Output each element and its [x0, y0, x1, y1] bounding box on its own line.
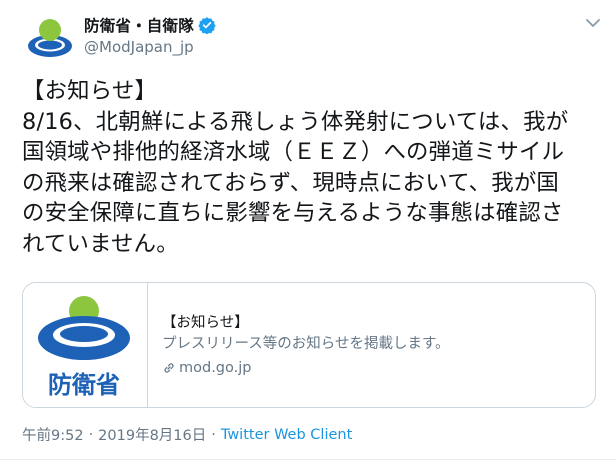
tweet-text-line: 国領域や排他的経済水域（ＥＥＺ）への弾道ミサイル: [22, 139, 565, 165]
mod-logo-icon[interactable]: [24, 12, 76, 64]
meta-separator: ·: [88, 426, 94, 443]
tweet-text: 【お知らせ】 8/16、北朝鮮による飛しょう体発射については、我が 国領域や排他…: [22, 76, 592, 259]
tweet-text-line: の安全保障に直ちに影響を与えるような事態は確認さ: [22, 200, 564, 226]
tweet-time[interactable]: 午前9:52: [22, 424, 84, 445]
tweet-source-link[interactable]: Twitter Web Client: [221, 427, 352, 443]
card-title: 【お知らせ】: [162, 315, 249, 331]
mod-card-logo-icon: 防衛省: [38, 296, 130, 399]
divider: [0, 459, 616, 460]
meta-separator: ·: [211, 426, 216, 443]
chevron-down-icon[interactable]: [582, 12, 604, 34]
tweet: 防衛省・自衛隊 @ModJapan_jp 【お知らせ】 8/16、北朝鮮による飛…: [0, 0, 616, 466]
card-domain-row: mod.go.jp: [162, 357, 450, 379]
tweet-text-line: れていません。: [22, 230, 179, 257]
tweet-meta: 午前9:52 · 2019年8月16日 · Twitter Web Client: [22, 424, 352, 445]
card-thumbnail: 防衛省: [23, 283, 148, 407]
tweet-text-line: 【お知らせ】: [22, 78, 158, 104]
author-name-row[interactable]: 防衛省・自衛隊: [84, 14, 216, 36]
link-card[interactable]: 防衛省 【お知らせ】 プレスリリース等のお知らせを掲載します。 mod.go.j…: [22, 282, 596, 408]
verified-badge-icon: [198, 17, 216, 34]
card-description: プレスリリース等のお知らせを掲載します。: [162, 336, 450, 352]
author-handle[interactable]: @ModJapan_jp: [84, 38, 194, 56]
tweet-text-line: 8/16、北朝鮮による飛しょう体発射については、我が: [22, 108, 569, 135]
tweet-date[interactable]: 2019年8月16日: [98, 424, 206, 445]
author-display-name[interactable]: 防衛省・自衛隊: [84, 14, 194, 36]
card-logo-caption: 防衛省: [48, 371, 120, 399]
tweet-text-line: の飛来は確認されておらず、現時点において、我が国: [22, 169, 560, 196]
card-domain: mod.go.jp: [179, 360, 252, 376]
card-body: 【お知らせ】 プレスリリース等のお知らせを掲載します。 mod.go.jp: [148, 283, 450, 407]
link-icon: [164, 363, 174, 373]
